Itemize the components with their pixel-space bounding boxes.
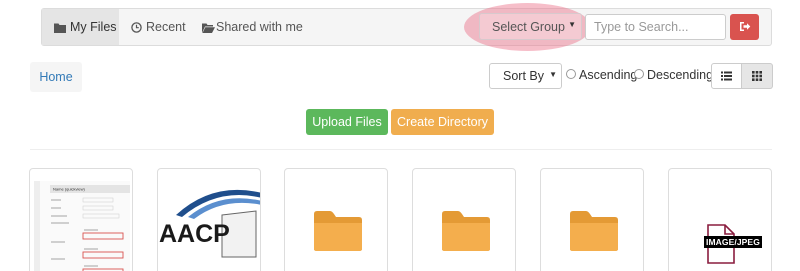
grid-view-button[interactable] [742,63,773,89]
tab-shared-with-me-label: Shared with me [216,20,303,34]
ascending-label: Ascending [579,68,638,82]
descending-label: Descending [647,68,714,82]
select-group-dropdown[interactable]: Select Group ▼ [479,13,582,40]
sign-out-icon [739,20,751,35]
folder-card[interactable] [284,168,388,271]
grid-icon [752,69,762,84]
tab-my-files-label: My Files [70,20,117,34]
shared-folder-icon [202,22,215,33]
search-input[interactable] [585,14,726,40]
ascending-radio[interactable] [566,69,576,79]
aacp-logo-text: AACP [159,220,230,248]
folder-card[interactable] [540,168,644,271]
create-directory-label: Create Directory [397,115,488,129]
tab-my-files[interactable]: My Files [42,9,119,45]
sort-by-dropdown[interactable]: Sort By ▼ [489,63,562,89]
select-group-value: Select Group [492,19,565,34]
folder-icon [570,211,618,251]
list-icon [721,69,732,84]
folder-card[interactable] [412,168,516,271]
upload-files-button[interactable]: Upload Files [306,109,388,135]
file-card-image-jpeg[interactable]: IMAGE/JPEG [668,168,772,271]
breadcrumb-home-label: Home [39,70,73,84]
folder-icon [442,211,490,251]
folder-icon [314,211,362,251]
tab-shared-with-me[interactable]: Shared with me [202,9,303,45]
file-card-image-aacp[interactable]: AACP [157,168,261,271]
descending-radio[interactable] [634,69,644,79]
sort-by-label: Sort By [503,69,544,83]
create-directory-button[interactable]: Create Directory [391,109,494,135]
aacp-logo-image: AACP [159,189,260,258]
tab-recent-label: Recent [146,20,186,34]
folder-icon [54,22,66,33]
upload-files-label: Upload Files [312,115,382,129]
file-type-label: IMAGE/JPEG [704,236,762,248]
caret-down-icon: ▼ [568,20,576,29]
logout-button[interactable] [730,14,759,40]
caret-down-icon: ▼ [549,70,557,79]
clock-icon [131,21,142,33]
divider [30,149,772,150]
tab-recent[interactable]: Recent [131,9,186,45]
file-card-document[interactable]: Name (quickview) [29,168,133,271]
list-view-button[interactable] [711,63,742,89]
document-thumbnail: Name (quickview) [34,181,130,271]
breadcrumb-home[interactable]: Home [30,62,82,92]
thumb-title: Name (quickview) [53,187,85,192]
